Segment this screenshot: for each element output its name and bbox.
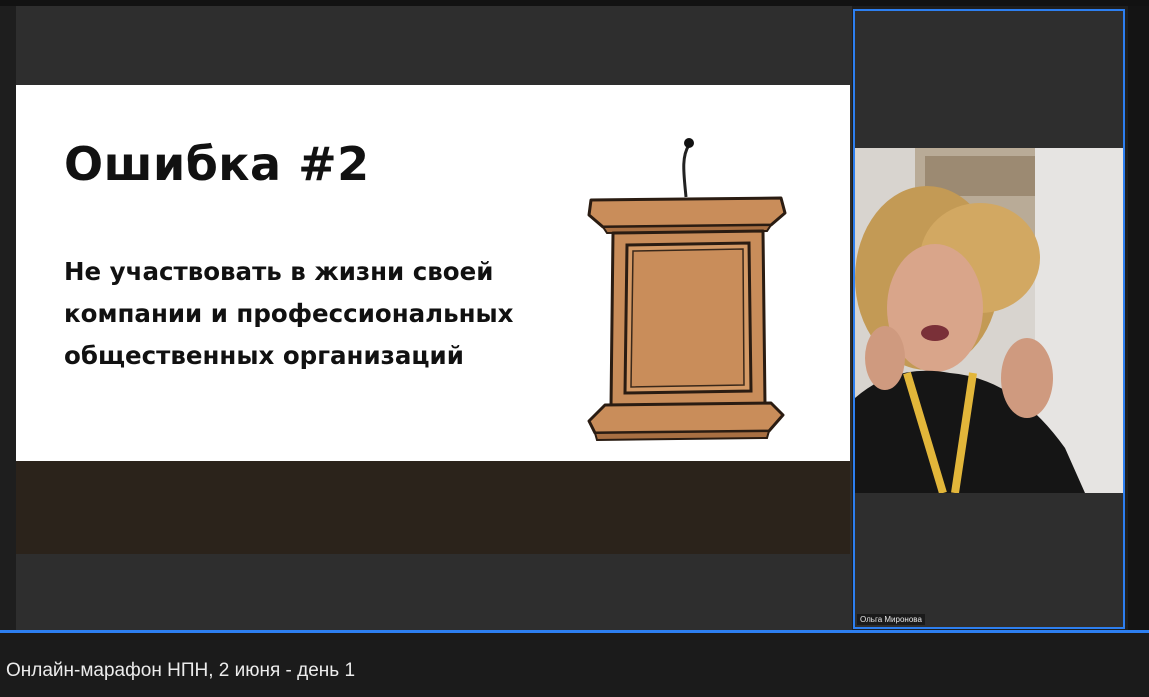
video-title: Онлайн-марафон НПН, 2 июня - день 1 xyxy=(6,660,356,681)
slide-body-line: компании и профессиональных xyxy=(64,299,514,328)
podium-illustration xyxy=(587,138,787,442)
participant-video xyxy=(855,148,1123,493)
shared-screen-area: Ошибка #2 Не участвовать в жизни своей к… xyxy=(16,6,852,630)
slide-body: Не участвовать в жизни своей компании и … xyxy=(64,251,564,377)
meeting-screen: Ошибка #2 Не участвовать в жизни своей к… xyxy=(0,0,1149,697)
slide-title: Ошибка #2 xyxy=(64,137,370,191)
participant-name-label: Ольга Миронова xyxy=(857,614,925,625)
participant-video-tile[interactable]: Ольга Миронова xyxy=(853,9,1125,629)
microphone-icon xyxy=(682,138,694,198)
participant-video-frame xyxy=(855,148,1123,493)
slide-body-line: Не участвовать в жизни своей xyxy=(64,257,494,286)
slide-body-line: общественных организаций xyxy=(64,341,464,370)
right-gutter xyxy=(1128,6,1149,630)
presentation-slide: Ошибка #2 Не участвовать в жизни своей к… xyxy=(16,85,850,461)
slide-footer-band xyxy=(16,461,850,554)
video-info-bar: Онлайн-марафон НПН, 2 июня - день 1 xyxy=(0,633,1149,697)
